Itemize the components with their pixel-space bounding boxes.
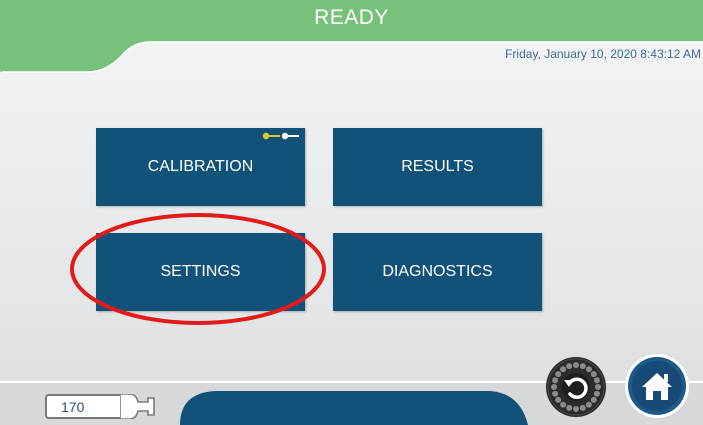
carousel-slot [590, 371, 597, 378]
diagnostics-label: DIAGNOSTICS [382, 263, 493, 280]
carousel-slot [555, 396, 562, 403]
status-title: READY [314, 6, 389, 29]
carousel-slot [551, 384, 557, 390]
calibration-label: CALIBRATION [147, 158, 254, 175]
counter-display: 170 [45, 394, 121, 419]
reset-carousel-icon[interactable] [545, 356, 607, 418]
carousel-slot [555, 371, 562, 378]
carousel-slot [552, 377, 559, 384]
screen: READY Friday, January 10, 2020 8:43:12 A… [0, 0, 703, 425]
carousel-slot [573, 406, 579, 412]
settings-label: SETTINGS [160, 263, 241, 280]
carousel-slot [593, 377, 600, 384]
date-time-display: Friday, January 10, 2020 8:43:12 AM [505, 47, 701, 61]
results-label: RESULTS [401, 158, 474, 175]
calibration-button[interactable]: CALIBRATION [96, 128, 305, 206]
settings-button[interactable]: SETTINGS [96, 233, 305, 311]
carousel-slot [566, 363, 573, 370]
carousel-slot [566, 404, 573, 411]
carousel-slot [593, 390, 600, 397]
key-icon [262, 132, 299, 140]
syringe-tip-icon [120, 394, 155, 419]
carousel-slot [595, 384, 601, 390]
carousel-slot [579, 404, 586, 411]
carousel-slot [579, 363, 586, 370]
home-button[interactable] [624, 353, 690, 419]
carousel-slot [585, 366, 592, 373]
carousel-slot [552, 390, 559, 397]
carousel-slot [560, 401, 567, 408]
results-button[interactable]: RESULTS [333, 128, 542, 206]
carousel-slot [590, 396, 597, 403]
diagnostics-button[interactable]: DIAGNOSTICS [333, 233, 542, 311]
carousel-slot [560, 366, 567, 373]
carousel-slot [573, 362, 579, 368]
carousel-slot [585, 401, 592, 408]
